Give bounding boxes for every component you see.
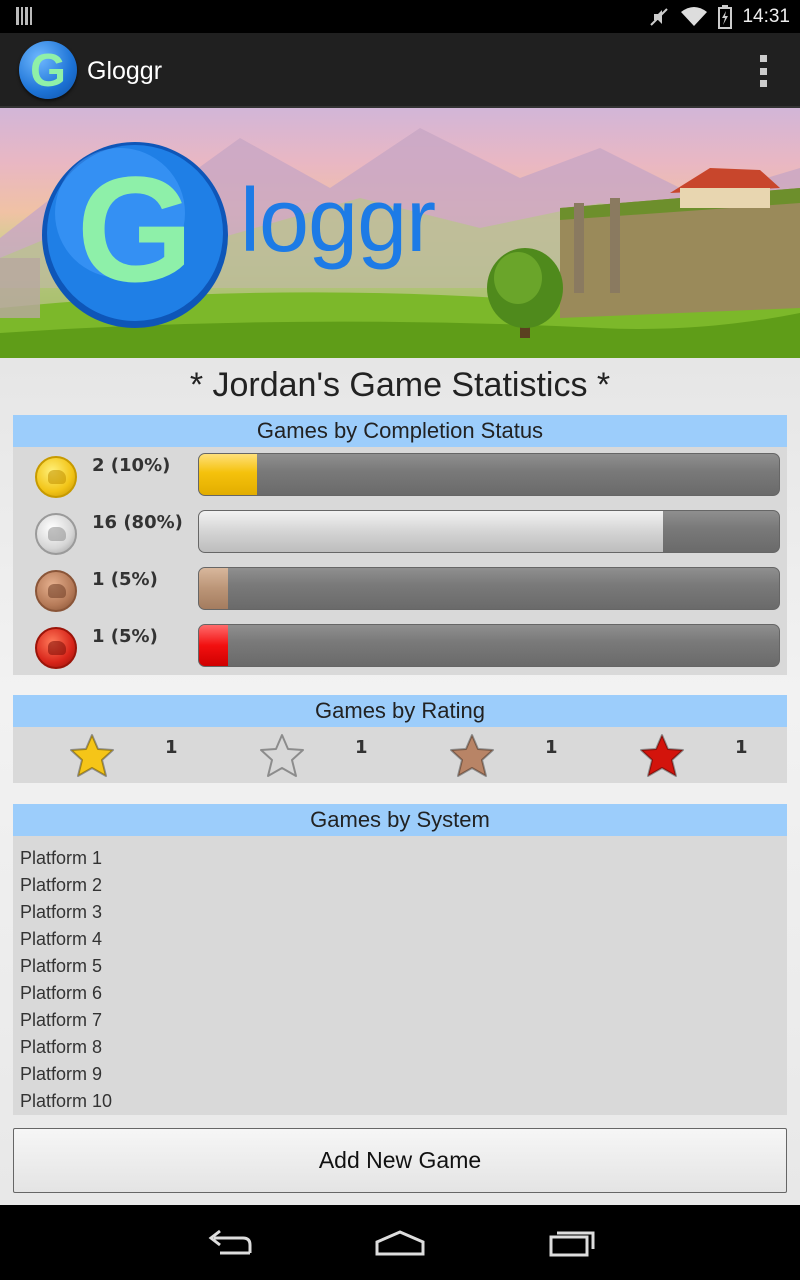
rating-row: 1 1 1 1 [13,727,787,783]
clock: 14:31 [742,6,790,27]
bronze-medal-icon [35,570,77,612]
completion-count: 2 (10%) [92,455,171,476]
status-bar: 14:31 [0,0,800,33]
header-banner: G loggr [0,108,800,358]
action-bar: G Gloggr [0,33,800,108]
completion-row-bronze: 1 (5%) [13,566,787,623]
platform-item[interactable]: Platform 3 [20,900,787,927]
system-section: Games by System Platform 1 Platform 2 Pl… [13,804,787,1115]
overflow-menu-icon[interactable] [760,55,768,87]
silver-medal-icon [35,513,77,555]
app-icon-letter: G [30,44,66,96]
wifi-icon [681,7,708,26]
completion-count: 1 (5%) [92,626,158,647]
add-new-game-button[interactable]: Add New Game [13,1128,787,1193]
stats-content: * Jordan's Game Statistics * Games by Co… [0,358,800,1205]
app-icon[interactable]: G [19,41,77,99]
progress-fill [199,454,257,495]
mute-icon [650,8,669,26]
platform-item[interactable]: Platform 6 [20,981,787,1008]
platform-item[interactable]: Platform 5 [20,954,787,981]
completion-section: Games by Completion Status 2 (10%) 16 (8… [13,415,787,675]
red-star-icon [640,734,684,777]
progress-bar [198,624,780,667]
progress-bar [198,453,780,496]
home-icon[interactable] [370,1223,430,1263]
logo-text: loggr [240,171,436,271]
rating-count: 1 [355,737,368,758]
rating-item-silver: 1 [203,727,393,783]
recent-apps-icon[interactable] [541,1223,601,1263]
platform-item[interactable]: Platform 9 [20,1062,787,1089]
rating-item-gold: 1 [13,727,203,783]
rating-count: 1 [165,737,178,758]
battery-icon [718,5,733,29]
platform-item[interactable]: Platform 7 [20,1008,787,1035]
platform-item[interactable]: Platform 4 [20,927,787,954]
platform-item[interactable]: Platform 2 [20,873,787,900]
logo-letter: G [76,145,194,313]
rating-count: 1 [735,737,748,758]
signal-bars-icon [16,7,32,25]
progress-fill [199,568,228,609]
completion-count: 16 (80%) [92,512,183,533]
progress-bar [198,510,780,553]
back-icon[interactable] [200,1223,260,1263]
platform-item[interactable]: Platform 8 [20,1035,787,1062]
section-header: Games by System [13,804,787,836]
rating-section: Games by Rating 1 1 1 1 [13,695,787,783]
completion-row-gold: 2 (10%) [13,452,787,509]
section-header: Games by Completion Status [13,415,787,447]
progress-bar [198,567,780,610]
progress-fill [199,511,663,552]
rating-item-bronze: 1 [393,727,583,783]
section-header: Games by Rating [13,695,787,727]
gold-medal-icon [35,456,77,498]
page-title: * Jordan's Game Statistics * [189,366,611,404]
red-medal-icon [35,627,77,669]
completion-row-red: 1 (5%) [13,623,787,680]
silver-star-icon [260,734,304,777]
bronze-star-icon [450,734,494,777]
platform-item[interactable]: Platform 10 [20,1089,787,1116]
progress-fill [199,625,228,666]
platform-item[interactable]: Platform 1 [20,846,787,873]
rating-count: 1 [545,737,558,758]
gold-star-icon [70,734,114,777]
platform-list: Platform 1 Platform 2 Platform 3 Platfor… [13,836,787,1116]
completion-count: 1 (5%) [92,569,158,590]
app-title: Gloggr [87,57,163,85]
completion-row-silver: 16 (80%) [13,509,787,566]
navigation-bar [0,1205,800,1280]
rating-item-red: 1 [583,727,773,783]
status-icons: 14:31 [648,4,790,30]
